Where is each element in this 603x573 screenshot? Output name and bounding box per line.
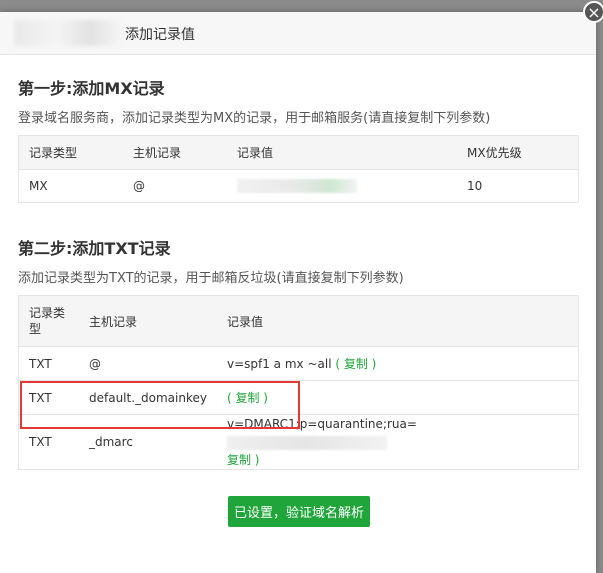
mx-host: @ [123,169,227,203]
table-row: MX @ 10 [18,169,579,203]
txt-value: v=spf1 a mx ~all ( 复制 ) [216,346,579,381]
col-record-type: 记录类型 [18,295,79,347]
verify-domain-button[interactable]: 已设置，验证域名解析 [228,496,370,527]
col-value: 记录值 [216,295,579,347]
copy-link[interactable]: 复制 ) [227,453,260,467]
mx-record-table: 记录类型 主机记录 记录值 MX优先级 MX @ 10 [18,135,579,203]
txt-type: TXT [18,346,79,381]
mx-priority: 10 [457,169,579,203]
col-value: 记录值 [227,135,457,170]
step2-heading: 第二步:添加TXT记录 [18,239,171,258]
mx-value [227,169,457,203]
redacted-title-prefix [14,20,122,46]
step1-description: 登录域名服务商，添加记录类型为MX的记录，用于邮箱服务(请直接复制下列参数) [18,111,491,126]
add-record-dialog: 添加记录值 第一步:添加MX记录 登录域名服务商，添加记录类型为MX的记录，用于… [0,12,596,573]
dialog-title: 添加记录值 [125,27,195,43]
col-record-type: 记录类型 [18,135,123,170]
mx-type: MX [18,169,123,203]
highlight-box [20,381,300,429]
copy-link[interactable]: ( 复制 ) [335,357,376,371]
close-icon[interactable]: × [583,1,603,23]
col-host: 主机记录 [123,135,227,170]
table-row: TXT @ v=spf1 a mx ~all ( 复制 ) [18,346,579,381]
redacted-value [237,179,357,194]
step2-description: 添加记录类型为TXT的记录，用于邮箱反垃圾(请直接复制下列参数) [18,271,404,286]
col-host: 主机记录 [79,295,217,347]
txt-host: @ [79,346,217,381]
table-header-row: 记录类型 主机记录 记录值 [18,295,579,347]
redacted-value [226,435,387,450]
step1-heading: 第一步:添加MX记录 [18,79,165,98]
dialog-header: 添加记录值 [0,12,596,55]
table-header-row: 记录类型 主机记录 记录值 MX优先级 [18,135,579,170]
spf-value: v=spf1 a mx ~all [226,357,332,371]
col-mx-priority: MX优先级 [457,135,579,170]
